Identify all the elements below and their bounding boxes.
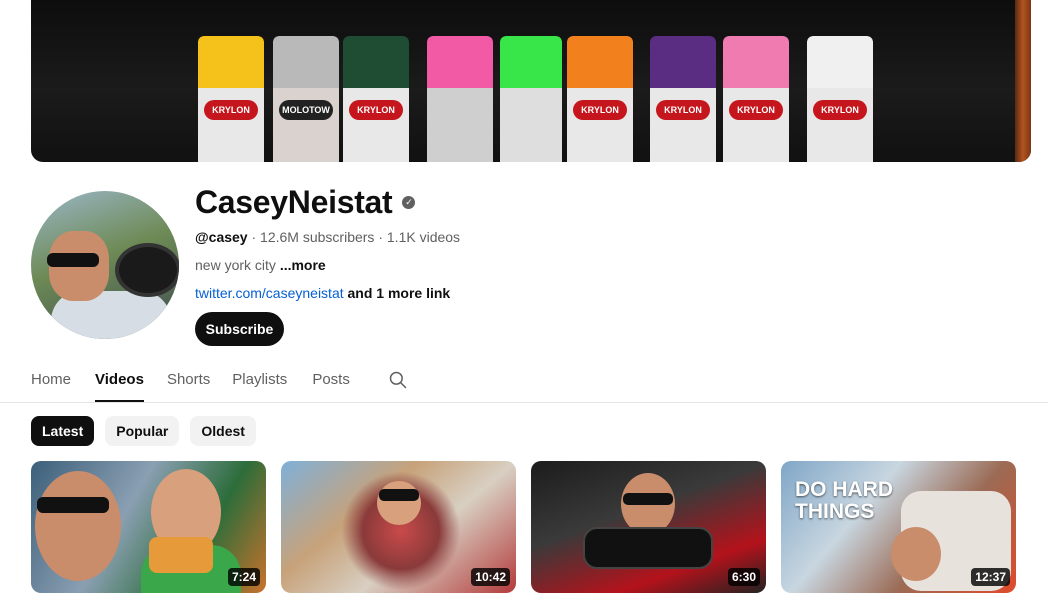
search-icon[interactable] bbox=[388, 370, 408, 390]
tab-playlists[interactable]: Playlists bbox=[232, 360, 287, 402]
spray-can: KRYLON bbox=[198, 36, 264, 162]
channel-avatar[interactable] bbox=[31, 191, 179, 339]
banner-edge bbox=[1015, 0, 1031, 162]
spray-can: KRYLON bbox=[343, 36, 409, 162]
spray-can: KRYLON bbox=[807, 36, 873, 162]
video-thumbnail[interactable]: 6:30 bbox=[531, 461, 766, 593]
more-links-link[interactable]: and 1 more link bbox=[348, 285, 451, 301]
video-thumbnail[interactable]: 7:24 bbox=[31, 461, 266, 593]
chip-latest[interactable]: Latest bbox=[31, 416, 95, 446]
spray-can: KRYLON bbox=[567, 36, 633, 162]
video-duration: 7:24 bbox=[227, 568, 260, 586]
spray-can: KRYLON bbox=[723, 36, 789, 162]
tab-videos[interactable]: Videos bbox=[95, 360, 144, 402]
channel-meta: @casey · 12.6M subscribers · 1.1K videos bbox=[195, 229, 461, 245]
video-thumbnail[interactable]: 10:42 bbox=[281, 461, 516, 593]
verified-check-icon: ✓ bbox=[402, 196, 416, 209]
channel-description[interactable]: new york city ...more bbox=[195, 257, 326, 273]
channel-name: CaseyNeistat ✓ bbox=[195, 184, 416, 221]
camera-in-avatar bbox=[115, 243, 179, 297]
tabs-divider bbox=[0, 402, 1048, 403]
video-count: 1.1K videos bbox=[386, 229, 461, 245]
subscriber-count: 12.6M subscribers bbox=[260, 229, 375, 245]
video-thumbnail[interactable]: DO HARD THINGS 12:37 bbox=[781, 461, 1016, 593]
video-overlay-text: DO HARD THINGS bbox=[795, 478, 893, 523]
tab-posts[interactable]: Posts bbox=[312, 360, 350, 402]
tab-home[interactable]: Home bbox=[31, 360, 71, 402]
tab-shorts[interactable]: Shorts bbox=[167, 360, 210, 402]
channel-links: twitter.com/caseyneistat and 1 more link bbox=[195, 285, 450, 301]
video-duration: 10:42 bbox=[471, 568, 510, 586]
spray-can bbox=[427, 36, 493, 162]
spray-can: KRYLON bbox=[650, 36, 716, 162]
video-duration: 6:30 bbox=[727, 568, 760, 586]
subscribe-button[interactable]: Subscribe bbox=[195, 312, 284, 346]
sort-chips: Latest Popular Oldest bbox=[31, 416, 256, 446]
channel-tabs: Home Videos Shorts Playlists Posts bbox=[31, 360, 372, 402]
channel-banner: KRYLON MOLOTOW KRYLON KRYLON KRYLON KRYL… bbox=[31, 0, 1031, 162]
twitter-link[interactable]: twitter.com/caseyneistat bbox=[195, 285, 344, 301]
video-duration: 12:37 bbox=[971, 568, 1010, 586]
spray-can: MOLOTOW bbox=[273, 36, 339, 162]
chip-oldest[interactable]: Oldest bbox=[190, 416, 256, 446]
description-more-link[interactable]: ...more bbox=[280, 257, 326, 273]
chip-popular[interactable]: Popular bbox=[105, 416, 180, 446]
channel-handle: @casey bbox=[195, 229, 248, 245]
spray-can bbox=[500, 36, 562, 162]
